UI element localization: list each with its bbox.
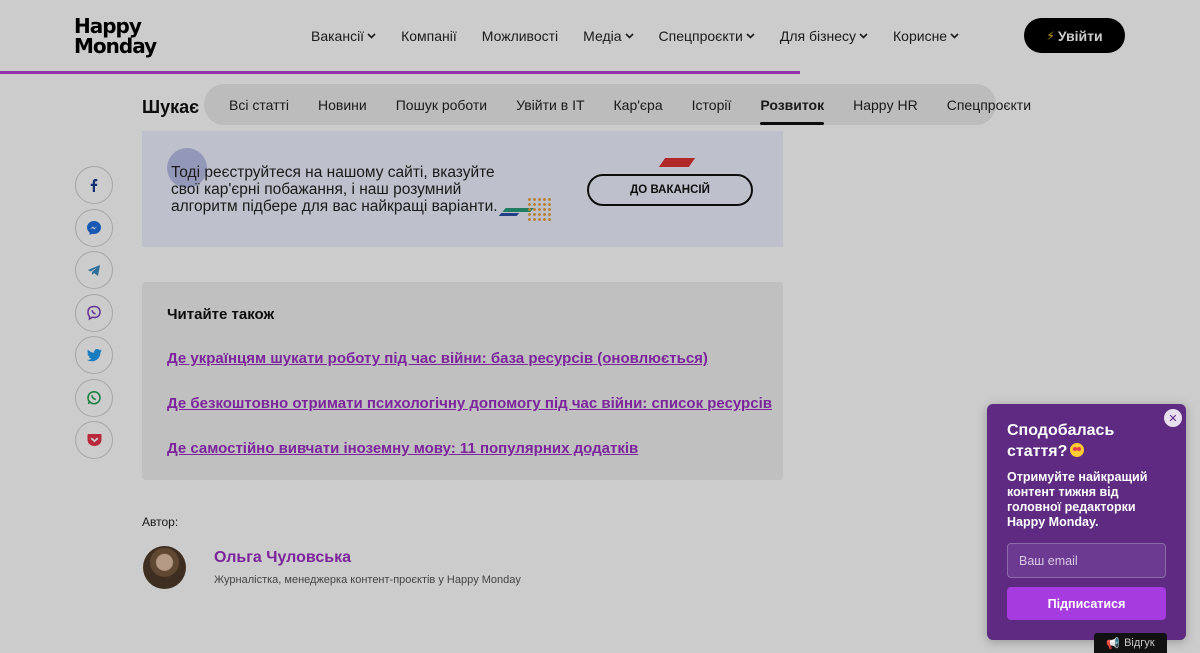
read-also-title: Читайте також xyxy=(167,306,275,323)
author-label: Автор: xyxy=(142,515,179,529)
nav-item[interactable]: Компанії xyxy=(401,28,457,44)
category-tab[interactable]: Кар'єра xyxy=(614,84,663,125)
nav-item-label: Корисне xyxy=(893,28,948,44)
telegram-icon[interactable] xyxy=(75,251,113,289)
to-vacancies-button[interactable]: ДО ВАКАНСІЙ xyxy=(587,174,753,206)
nav-item[interactable]: Спецпроєкти xyxy=(659,28,755,44)
nav-item-label: Спецпроєкти xyxy=(658,28,743,44)
category-tab[interactable]: Спецпроєкти xyxy=(947,84,1031,125)
nav-item-label: Медіа xyxy=(583,28,622,44)
nav-item[interactable]: Для бізнесу xyxy=(780,28,868,44)
category-tab[interactable]: Новини xyxy=(318,84,367,125)
popup-title: Сподобалась стаття? xyxy=(1007,420,1157,462)
site-header: Happy Monday Вакансії Компанії Можливості М… xyxy=(0,0,1200,72)
email-field[interactable]: Ваш email xyxy=(1007,543,1166,578)
logo-line-2: Monday xyxy=(74,34,157,58)
category-tab[interactable]: Історії xyxy=(692,84,732,125)
chevron-down-icon xyxy=(367,31,376,41)
category-tab[interactable]: Happy HR xyxy=(853,84,918,125)
feedback-label: Відгук xyxy=(1124,637,1155,649)
subscribe-button[interactable]: Підписатися xyxy=(1007,587,1166,620)
read-also-block: Читайте також Де українцям шукати роботу… xyxy=(142,282,783,480)
subscribe-popup: ✕ Сподобалась стаття? Отримуйте найкращи… xyxy=(987,404,1186,640)
category-tabs: Всі статті Новини Пошук роботи Увійти в ІТ К… xyxy=(204,84,1031,125)
popup-description: Отримуйте найкращий контент тижня від го… xyxy=(1007,470,1148,529)
category-tab[interactable]: Пошук роботи xyxy=(396,84,487,125)
messenger-icon[interactable] xyxy=(75,208,113,247)
whatsapp-icon[interactable] xyxy=(75,378,113,417)
category-tab[interactable]: Увійти в ІТ xyxy=(516,84,584,125)
vacancies-banner: Тоді реєструйтеся на нашому сайті, вказу… xyxy=(142,131,783,247)
nav-item-label: Можливості xyxy=(481,28,559,44)
chevron-down-icon xyxy=(859,31,868,41)
chevron-down-icon xyxy=(746,31,755,41)
reading-progress-bar xyxy=(0,71,801,74)
nav-item-label: Для бізнесу xyxy=(779,28,857,44)
read-also-link[interactable]: Де безкоштовно отримати психологічну доп… xyxy=(167,395,772,412)
pocket-icon[interactable] xyxy=(75,421,113,459)
read-also-link[interactable]: Де самостійно вивчати іноземну мову: 11 … xyxy=(167,440,638,457)
author-avatar[interactable] xyxy=(143,546,186,589)
banner-text: Тоді реєструйтеся на нашому сайті, вказу… xyxy=(171,164,498,215)
close-icon[interactable]: ✕ xyxy=(1164,409,1182,427)
popup-title-text: Сподобалась стаття? xyxy=(1007,422,1115,460)
lightning-icon: ⚡ xyxy=(1046,28,1055,43)
chevron-down-icon xyxy=(624,31,634,41)
logo-line-1: Happy xyxy=(74,14,142,38)
nav-item[interactable]: Можливості xyxy=(482,28,558,44)
feedback-button[interactable]: 📢 Відгук xyxy=(1094,633,1167,653)
twitter-icon[interactable] xyxy=(75,336,113,374)
author-role: Журналістка, менеджерка контент-проєктів… xyxy=(214,574,521,586)
read-also-link[interactable]: Де українцям шукати роботу під час війни… xyxy=(167,350,708,367)
nav-item[interactable]: Вакансії xyxy=(311,28,376,44)
heart-eyes-emoji-icon xyxy=(1070,443,1085,457)
nav-item[interactable]: Медіа xyxy=(583,28,634,44)
megaphone-icon: 📢 xyxy=(1106,637,1121,650)
viber-icon[interactable] xyxy=(75,293,113,332)
share-bar xyxy=(75,166,113,464)
banner-decoration-shape xyxy=(498,213,520,216)
page-title: Шукає xyxy=(142,97,200,117)
nav-item-label: Вакансії xyxy=(311,28,365,44)
banner-decoration-dots xyxy=(527,197,553,223)
banner-decoration-shape xyxy=(658,158,696,167)
facebook-icon[interactable] xyxy=(75,166,113,204)
category-tab[interactable]: Всі статті xyxy=(229,84,289,125)
nav-item-label: Компанії xyxy=(401,28,457,44)
category-tab[interactable]: Розвиток xyxy=(760,84,824,125)
author-name[interactable]: Ольга Чуловська xyxy=(214,549,351,567)
login-label: Увійти xyxy=(1057,27,1103,44)
main-nav: Вакансії Компанії Можливості Медіа Спецпроєк… xyxy=(311,28,984,44)
nav-item[interactable]: Корисне xyxy=(893,28,959,44)
chevron-down-icon xyxy=(950,31,959,41)
login-button[interactable]: ⚡ Увійти xyxy=(1024,18,1125,53)
logo[interactable]: Happy Monday xyxy=(74,14,157,58)
